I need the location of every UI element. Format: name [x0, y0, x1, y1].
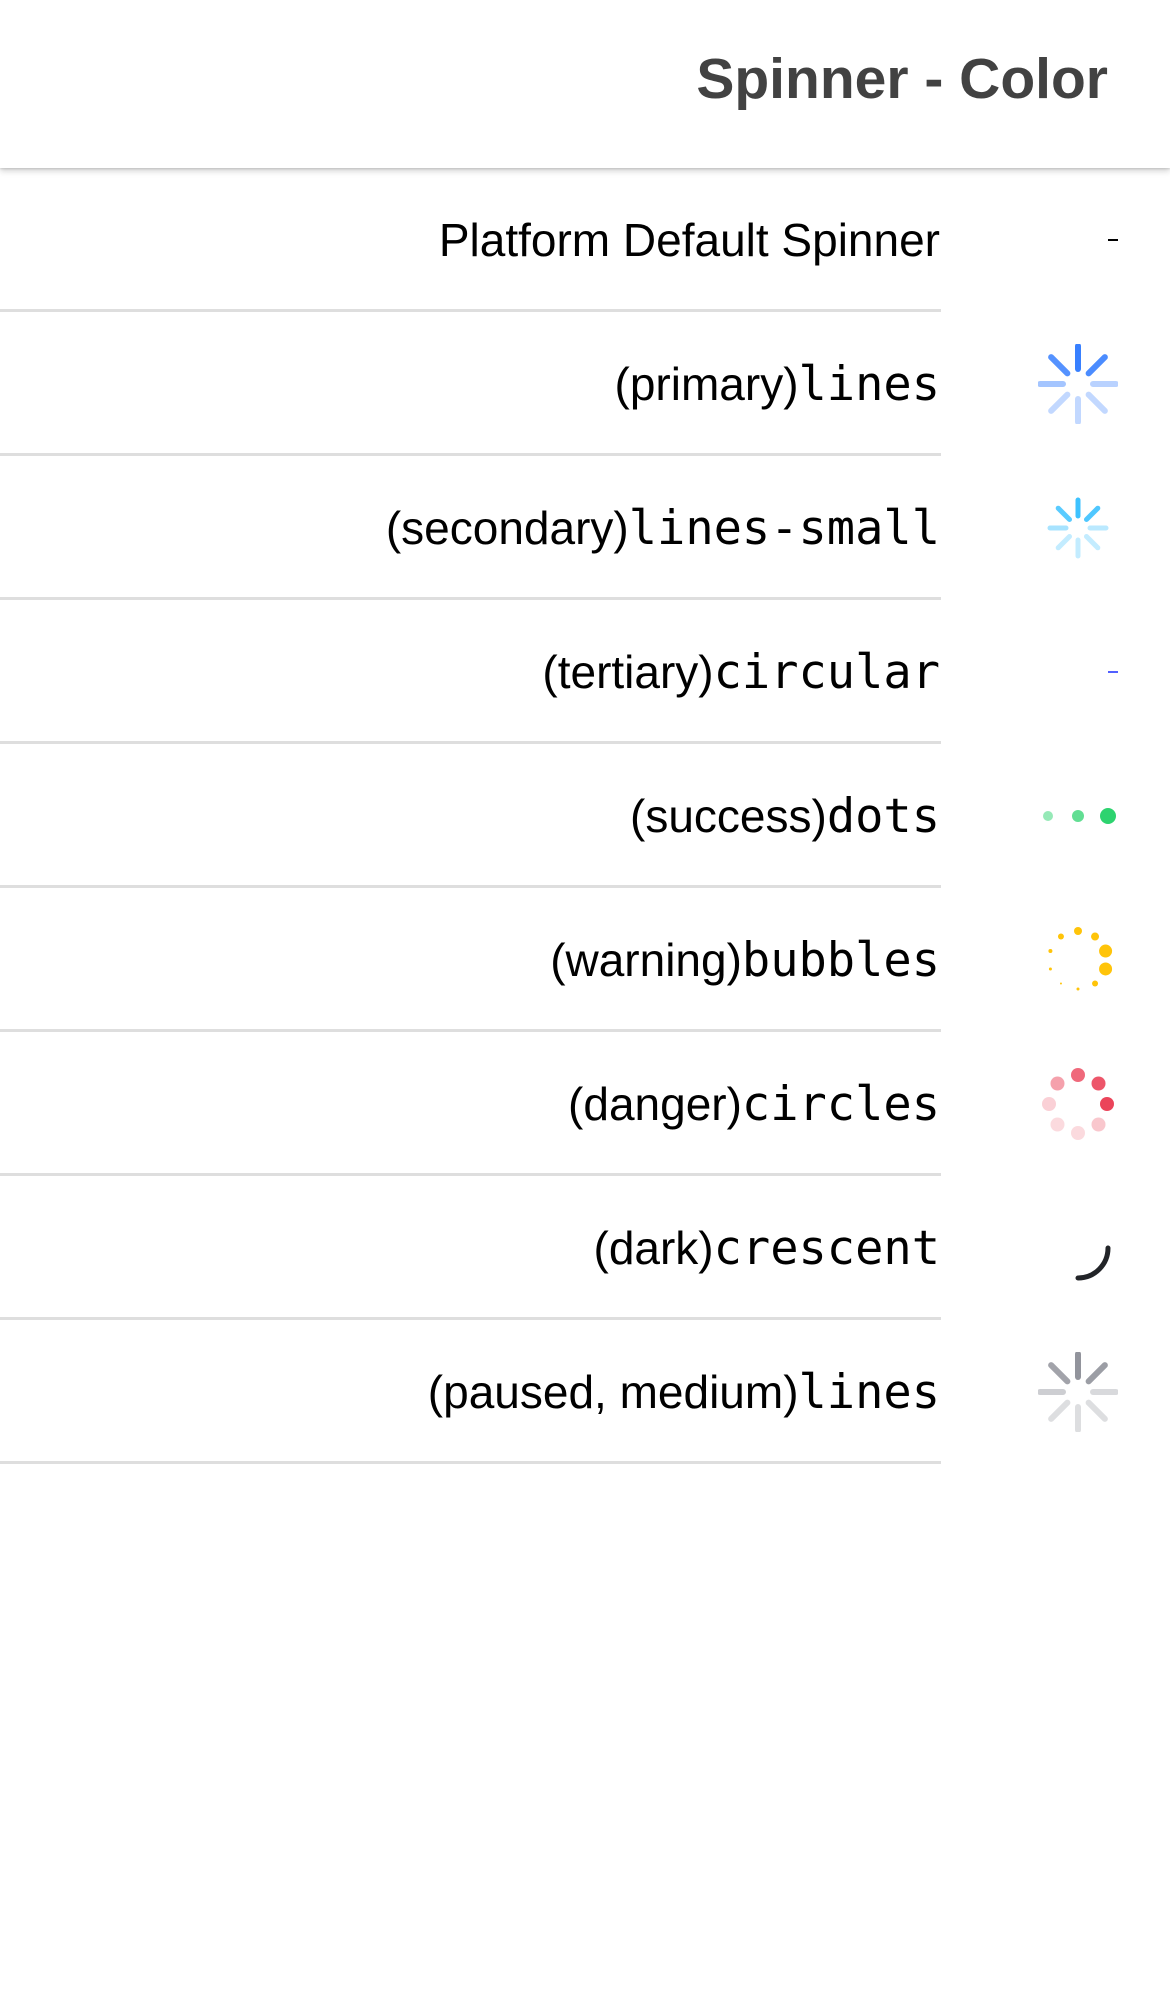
crescent-spinner-icon — [1038, 1208, 1118, 1288]
spinner-name: crescent — [713, 1221, 940, 1276]
circular-spinner-icon — [1038, 632, 1118, 712]
item-label: (danger)circles — [568, 1032, 940, 1176]
item-label: (success)dots — [630, 744, 940, 888]
item-label-prefix: (secondary) — [385, 502, 629, 554]
item-label: (primary)lines — [615, 312, 940, 456]
platform-default-spinner-icon — [1038, 200, 1118, 280]
spinner-name: lines-small — [628, 501, 940, 556]
spinner-name: circular — [713, 645, 940, 700]
item-label: (paused, medium)lines — [428, 1320, 940, 1464]
list-item: (dark)crescent — [0, 1176, 1170, 1320]
list-item: (secondary)lines-small — [0, 456, 1170, 600]
item-label: Platform Default Spinner — [439, 168, 940, 312]
spinner-name: circles — [741, 1077, 940, 1132]
divider — [0, 1461, 941, 1464]
item-label-prefix: (danger) — [568, 1078, 742, 1130]
list-item: (tertiary)circular — [0, 600, 1170, 744]
spinner-name: dots — [826, 789, 940, 844]
circles-spinner-icon — [1038, 1064, 1118, 1144]
item-label-prefix: Platform Default Spinner — [438, 214, 940, 266]
spinner-list: Platform Default Spinner (primary)lines … — [0, 168, 1170, 1464]
item-label-prefix: (warning) — [550, 934, 742, 986]
list-item: (paused, medium)lines — [0, 1320, 1170, 1464]
spinner-name: lines — [798, 357, 940, 412]
item-label-prefix: (paused, medium) — [427, 1366, 799, 1418]
item-label: (secondary)lines-small — [386, 456, 940, 600]
lines-spinner-icon — [1038, 344, 1118, 424]
item-label-prefix: (tertiary) — [542, 646, 714, 698]
list-item: (warning)bubbles — [0, 888, 1170, 1032]
item-label-prefix: (dark) — [593, 1222, 714, 1274]
item-label-prefix: (primary) — [614, 358, 799, 410]
lines-spinner-icon — [1038, 1352, 1118, 1432]
item-label: (tertiary)circular — [542, 600, 940, 744]
item-label: (warning)bubbles — [550, 888, 940, 1032]
page-title: Spinner - Color — [696, 47, 1108, 111]
spinner-name: bubbles — [741, 933, 940, 988]
dots-spinner-icon — [1038, 776, 1118, 856]
list-item: (primary)lines — [0, 312, 1170, 456]
item-label: (dark)crescent — [594, 1176, 941, 1320]
toolbar: Spinner - Color — [0, 0, 1170, 168]
bubbles-spinner-icon — [1038, 920, 1118, 1000]
spinner-name: lines — [798, 1365, 940, 1420]
list-item: (success)dots — [0, 744, 1170, 888]
list-item: Platform Default Spinner — [0, 168, 1170, 312]
item-label-prefix: (success) — [630, 790, 827, 842]
list-item: (danger)circles — [0, 1032, 1170, 1176]
lines-small-spinner-icon — [1038, 488, 1118, 568]
